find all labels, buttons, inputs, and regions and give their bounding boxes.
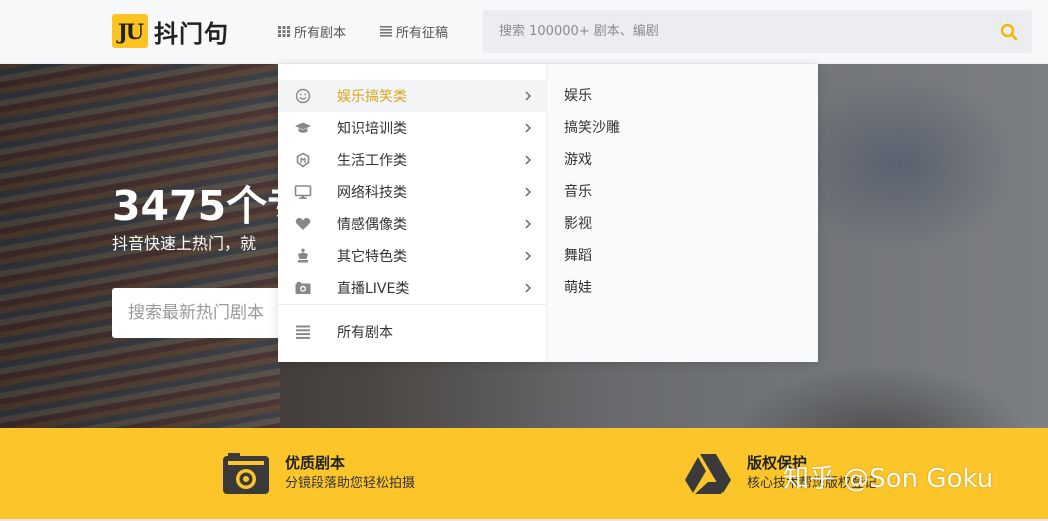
menu-all-scripts[interactable]: 所有剧本 — [278, 316, 546, 348]
shield-icon — [296, 152, 310, 168]
heart-icon — [295, 218, 311, 230]
camera-icon — [223, 453, 269, 494]
nav-all-submissions[interactable]: 所有征稿 — [380, 22, 448, 41]
chess-king-icon — [298, 248, 308, 263]
logo-text: 抖门句 — [154, 19, 229, 48]
logo-badge: JU — [112, 14, 148, 48]
top-header: JU 抖门句 所有剧本 所有征稿 — [0, 0, 1048, 64]
category-label: 直播LIVE类 — [337, 281, 410, 297]
hero-subtitle: 抖音快速上热门，就 — [112, 234, 257, 253]
header-search-input[interactable] — [483, 10, 983, 53]
grid-icon — [278, 26, 290, 37]
category-label: 网络科技类 — [337, 185, 407, 201]
subcategory-item[interactable]: 音乐 — [547, 176, 818, 208]
site-logo[interactable]: JU 抖门句 — [112, 14, 229, 48]
search-icon[interactable] — [1000, 23, 1018, 41]
category-dropdown: 娱乐搞笑类 知识培训类 生活工作类 网络科技类 情感偶像类 其它特色类 直播LI… — [278, 64, 818, 362]
chevron-right-icon — [525, 123, 531, 133]
category-item-entertainment[interactable]: 娱乐搞笑类 — [278, 80, 546, 112]
menu-divider — [278, 304, 546, 305]
subcategory-item[interactable]: 影视 — [547, 208, 818, 240]
chevron-right-icon — [525, 91, 531, 101]
camera-icon — [295, 282, 311, 294]
menu-all-scripts-label: 所有剧本 — [337, 325, 393, 341]
subcategory-item[interactable]: 萌娃 — [547, 272, 818, 304]
list-icon — [296, 325, 310, 339]
feature-title: 优质剧本 — [285, 454, 346, 472]
feature-desc: 分镜段落助您轻松拍摄 — [285, 476, 416, 491]
category-list: 娱乐搞笑类 知识培训类 生活工作类 网络科技类 情感偶像类 其它特色类 直播LI… — [278, 80, 546, 304]
watermark: 知乎 @Son Goku — [783, 464, 994, 494]
category-item-emotion[interactable]: 情感偶像类 — [278, 208, 546, 240]
nav-label: 所有征稿 — [396, 26, 449, 41]
category-item-other[interactable]: 其它特色类 — [278, 240, 546, 272]
list-icon — [380, 26, 392, 37]
subcategory-item[interactable]: 娱乐 — [547, 80, 818, 112]
category-label: 情感偶像类 — [337, 217, 407, 233]
category-item-life-work[interactable]: 生活工作类 — [278, 144, 546, 176]
subcategory-item[interactable]: 搞笑沙雕 — [547, 112, 818, 144]
chevron-right-icon — [525, 187, 531, 197]
nav-label: 所有剧本 — [294, 26, 347, 41]
smile-icon — [295, 88, 311, 104]
category-label: 娱乐搞笑类 — [337, 89, 407, 105]
category-item-knowledge[interactable]: 知识培训类 — [278, 112, 546, 144]
category-item-live[interactable]: 直播LIVE类 — [278, 272, 546, 304]
chevron-right-icon — [525, 283, 531, 293]
chevron-right-icon — [525, 219, 531, 229]
chevron-right-icon — [525, 155, 531, 165]
subcategory-list: 娱乐 搞笑沙雕 游戏 音乐 影视 舞蹈 萌娃 — [546, 64, 818, 362]
nav-all-scripts[interactable]: 所有剧本 — [278, 22, 346, 41]
monitor-icon — [294, 185, 312, 199]
header-search — [483, 10, 1032, 53]
category-label: 其它特色类 — [337, 249, 407, 265]
category-item-tech[interactable]: 网络科技类 — [278, 176, 546, 208]
subcategory-item[interactable]: 游戏 — [547, 144, 818, 176]
subcategory-item[interactable]: 舞蹈 — [547, 240, 818, 272]
feature-quality-scripts: 优质剧本 分镜段落助您轻松拍摄 — [222, 452, 415, 496]
category-label: 知识培训类 — [337, 121, 407, 137]
drive-icon — [685, 454, 731, 494]
chevron-right-icon — [525, 251, 531, 261]
category-label: 生活工作类 — [337, 153, 407, 169]
graduation-cap-icon — [295, 122, 311, 133]
